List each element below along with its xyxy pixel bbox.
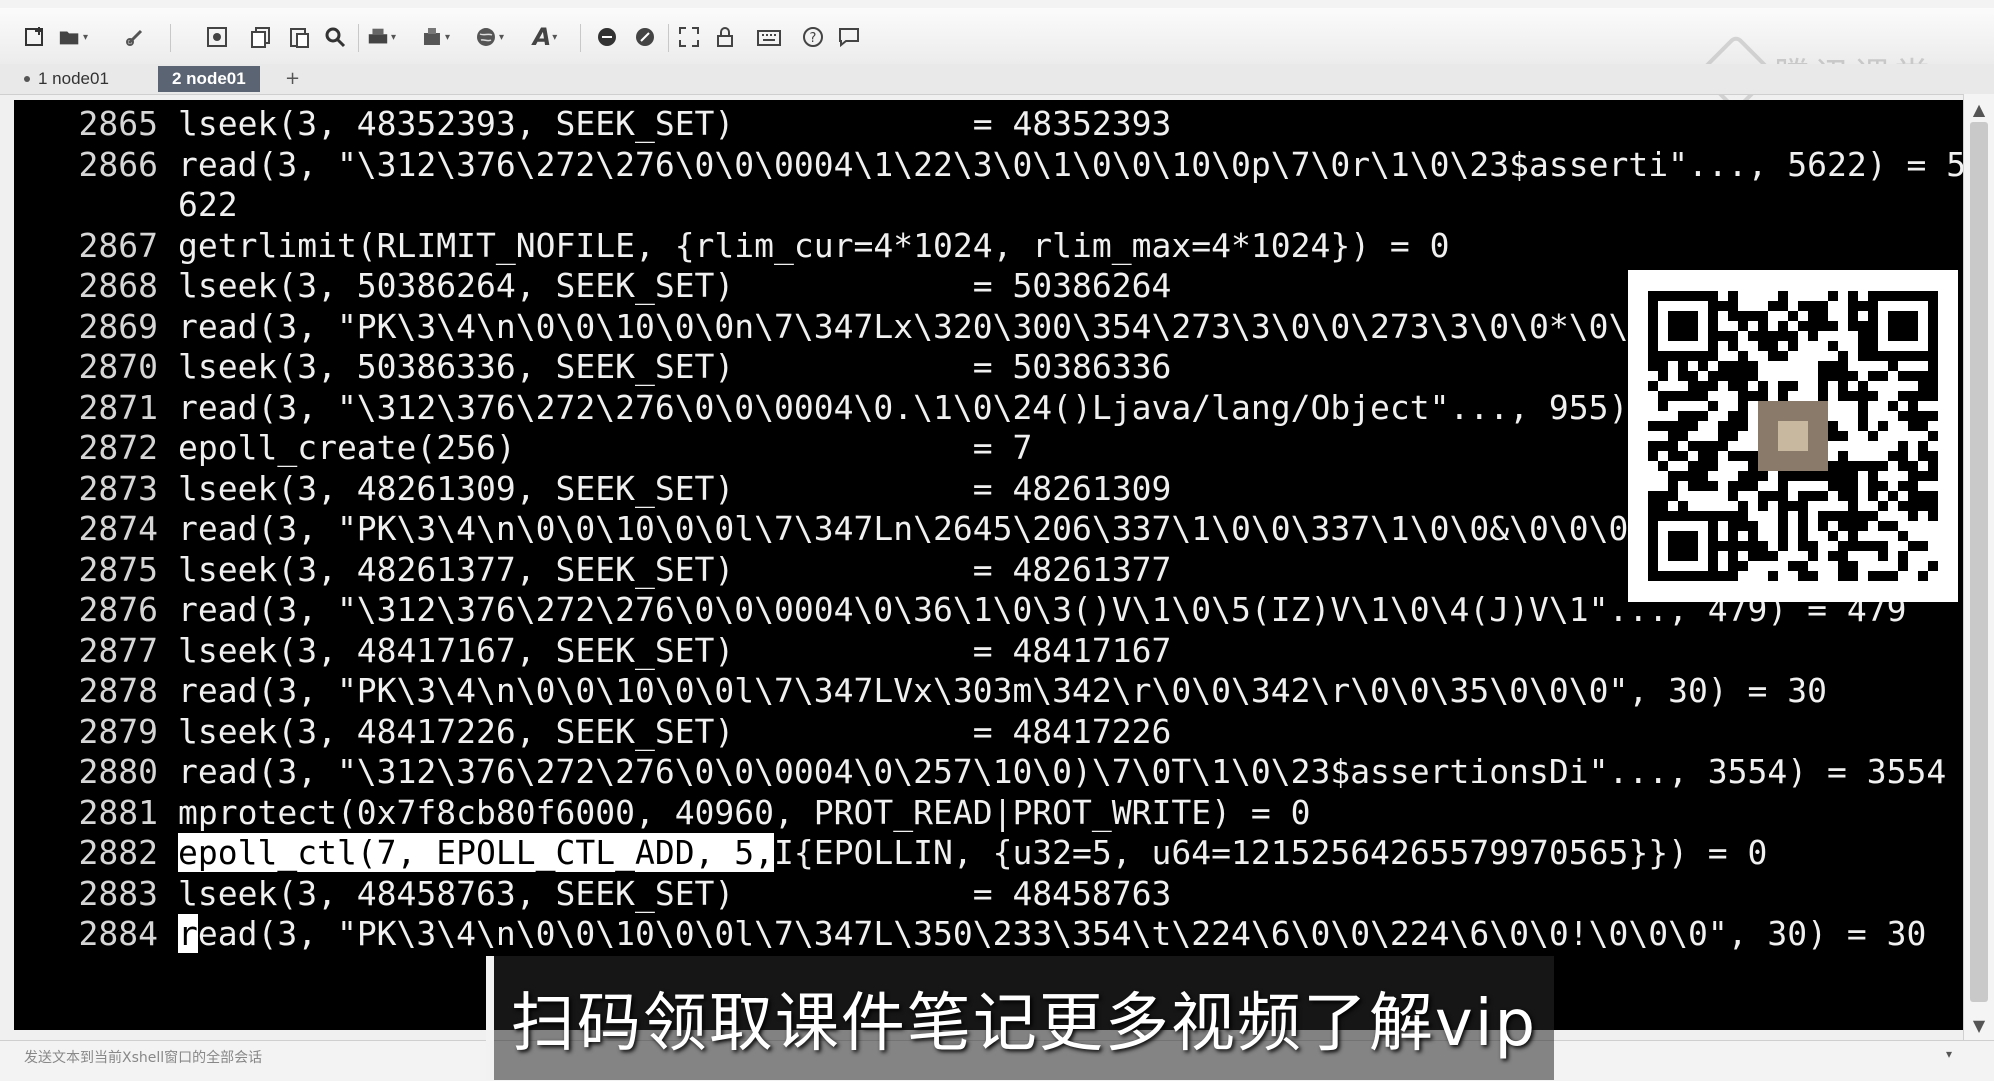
- line-number: 2878: [78, 671, 158, 710]
- line-number: 2868: [78, 266, 158, 305]
- xftp-icon[interactable]: [630, 22, 660, 52]
- new-session-icon[interactable]: [20, 22, 50, 52]
- line-text: lseek(3, 48417167, SEEK_SET) = 48417167: [178, 630, 1172, 670]
- send-to-all-placeholder[interactable]: 发送文本到当前Xshell窗口的全部会话: [24, 1047, 262, 1067]
- lock-icon[interactable]: [710, 22, 740, 52]
- print-icon[interactable]: ▾: [366, 22, 396, 52]
- line-number: 2874: [78, 509, 158, 548]
- video-caption: 扫码领取课件笔记更多视频了解vip: [486, 956, 1554, 1080]
- qr-code-icon: [1648, 291, 1938, 581]
- add-tab-button[interactable]: +: [285, 68, 300, 89]
- line-text: read(3, "PK\3\4\n\0\0\10\0\0l\7\347Ln\26…: [178, 509, 1649, 548]
- line-number: 2884: [78, 914, 158, 953]
- line-number: 2880: [78, 752, 158, 791]
- terminal-line: 2865 lseek(3, 48352393, SEEK_SET) = 48352…: [14, 104, 1964, 145]
- line-text: lseek(3, 48261309, SEEK_SET) = 48261309: [178, 468, 1172, 508]
- caption-text: 扫码领取课件笔记更多视频了解vip: [510, 987, 1538, 1061]
- tab-label: 2 node01: [172, 69, 246, 88]
- help-icon[interactable]: ?: [798, 22, 828, 52]
- line-number: 2882: [78, 833, 158, 872]
- terminal-line: 2878 read(3, "PK\3\4\n\0\0\10\0\0l\7\347L…: [14, 671, 1964, 712]
- scroll-up-button[interactable]: ▲: [1964, 94, 1994, 124]
- keyboard-icon[interactable]: [754, 22, 784, 52]
- transfer-icon[interactable]: ▾: [420, 22, 450, 52]
- line-number: 2867: [78, 225, 158, 265]
- scroll-down-button[interactable]: ▼: [1964, 1010, 1994, 1040]
- toolbar: ▾ ▾ ▾ ▾ A ▾ ?: [0, 8, 1994, 113]
- compose-dropdown-icon[interactable]: ▾: [1946, 1047, 1952, 1061]
- line-text: 622: [178, 185, 238, 224]
- line-text: read(3, "PK\3\4\n\0\0\10\0\0n\7\347Lx\32…: [178, 306, 1649, 346]
- line-number: 2877: [78, 630, 158, 670]
- terminal-line: 2877 lseek(3, 48417167, SEEK_SET) = 48417…: [14, 631, 1964, 672]
- vertical-scrollbar[interactable]: ▲ ▼: [1963, 94, 1994, 1040]
- line-text: lseek(3, 48261377, SEEK_SET) = 48261377: [178, 549, 1172, 589]
- tab-session-1[interactable]: 1 node01: [10, 66, 123, 92]
- line-text: lseek(3, 50386264, SEEK_SET) = 50386264: [178, 266, 1172, 305]
- svg-text:?: ?: [810, 31, 817, 46]
- line-number: 2876: [78, 590, 158, 629]
- scroll-thumb[interactable]: [1970, 122, 1988, 1002]
- line-number: 2875: [78, 549, 158, 589]
- tab-label: 1 node01: [38, 69, 109, 88]
- script-icon[interactable]: [592, 22, 622, 52]
- line-number: 2881: [78, 792, 158, 832]
- terminal-line: 2881 mprotect(0x7f8cb80f6000, 40960, PROT…: [14, 793, 1964, 834]
- terminal-line: 622: [14, 185, 1964, 226]
- session-tabbar: 1 node01 2 node01 +: [0, 64, 1994, 95]
- open-folder-icon[interactable]: ▾: [58, 22, 88, 52]
- line-text: read(3, "\312\376\272\276\0\0\0004\1\22\…: [178, 144, 1964, 184]
- terminal-line: 2883 lseek(3, 48458763, SEEK_SET) = 48458…: [14, 874, 1964, 915]
- terminal-line: 2879 lseek(3, 48417226, SEEK_SET) = 48417…: [14, 712, 1964, 753]
- qr-code: [1628, 270, 1958, 602]
- line-text-rest: ead(3, "PK\3\4\n\0\0\10\0\0l\7\347L\350\…: [197, 914, 1927, 953]
- tab-status-dot: [24, 76, 30, 82]
- line-text: read(3, "\312\376\272\276\0\0\0004\0\257…: [178, 752, 1947, 791]
- line-number: 2883: [78, 873, 158, 913]
- selected-text: epoll_ctl(7, EPOLL_CTL_ADD, 5,: [178, 833, 775, 872]
- line-number: 2873: [78, 468, 158, 508]
- paste-icon[interactable]: [284, 22, 314, 52]
- link-icon[interactable]: [120, 22, 150, 52]
- line-number: [14, 185, 158, 226]
- line-text: read(3, "\312\376\272\276\0\0\0004\0.\1\…: [178, 387, 1629, 427]
- line-number: 2871: [78, 387, 158, 427]
- menu-bar: [0, 0, 1994, 8]
- line-text-rest: I{EPOLLIN, {u32=5, u64=12152564265579970…: [774, 833, 1768, 872]
- line-text: read(3, "PK\3\4\n\0\0\10\0\0l\7\347L\350…: [158, 914, 1926, 955]
- line-text: read(3, "PK\3\4\n\0\0\10\0\0l\7\347LVx\3…: [178, 671, 1828, 710]
- globe-icon[interactable]: ▾: [474, 22, 504, 52]
- line-text: epoll_ctl(7, EPOLL_CTL_ADD, 5,I{EPOLLIN,…: [158, 833, 1767, 874]
- find-icon[interactable]: [320, 22, 350, 52]
- fullscreen-icon[interactable]: [674, 22, 704, 52]
- line-text: getrlimit(RLIMIT_NOFILE, {rlim_cur=4*102…: [178, 225, 1450, 265]
- line-text: lseek(3, 48458763, SEEK_SET) = 48458763: [178, 873, 1172, 913]
- line-text: lseek(3, 48352393, SEEK_SET) = 48352393: [178, 104, 1172, 143]
- tab-session-2[interactable]: 2 node01: [158, 66, 260, 92]
- text-cursor: r: [178, 914, 198, 953]
- line-number: 2872: [78, 428, 158, 467]
- properties-icon[interactable]: [202, 22, 232, 52]
- chat-icon[interactable]: [834, 22, 864, 52]
- line-number: 2879: [78, 711, 158, 751]
- line-number: 2866: [78, 144, 158, 184]
- terminal-line: 2866 read(3, "\312\376\272\276\0\0\0004\1…: [14, 145, 1964, 186]
- line-number: 2865: [78, 104, 158, 143]
- terminal-line: 2882 epoll_ctl(7, EPOLL_CTL_ADD, 5,I{EPOL…: [14, 833, 1964, 874]
- line-number: 2869: [78, 306, 158, 346]
- terminal-line: 2884 read(3, "PK\3\4\n\0\0\10\0\0l\7\347L…: [14, 914, 1964, 955]
- line-text: epoll_create(256) = 7: [178, 428, 1033, 467]
- line-text: lseek(3, 50386336, SEEK_SET) = 50386336: [178, 347, 1172, 386]
- terminal-line: 2867 getrlimit(RLIMIT_NOFILE, {rlim_cur=4…: [14, 226, 1964, 267]
- terminal-line: 2880 read(3, "\312\376\272\276\0\0\0004\0…: [14, 752, 1964, 793]
- font-icon[interactable]: A ▾: [530, 22, 560, 52]
- line-text: lseek(3, 48417226, SEEK_SET) = 48417226: [178, 711, 1172, 751]
- line-number: 2870: [78, 347, 158, 386]
- line-text: mprotect(0x7f8cb80f6000, 40960, PROT_REA…: [178, 792, 1311, 832]
- copy-icon[interactable]: [246, 22, 276, 52]
